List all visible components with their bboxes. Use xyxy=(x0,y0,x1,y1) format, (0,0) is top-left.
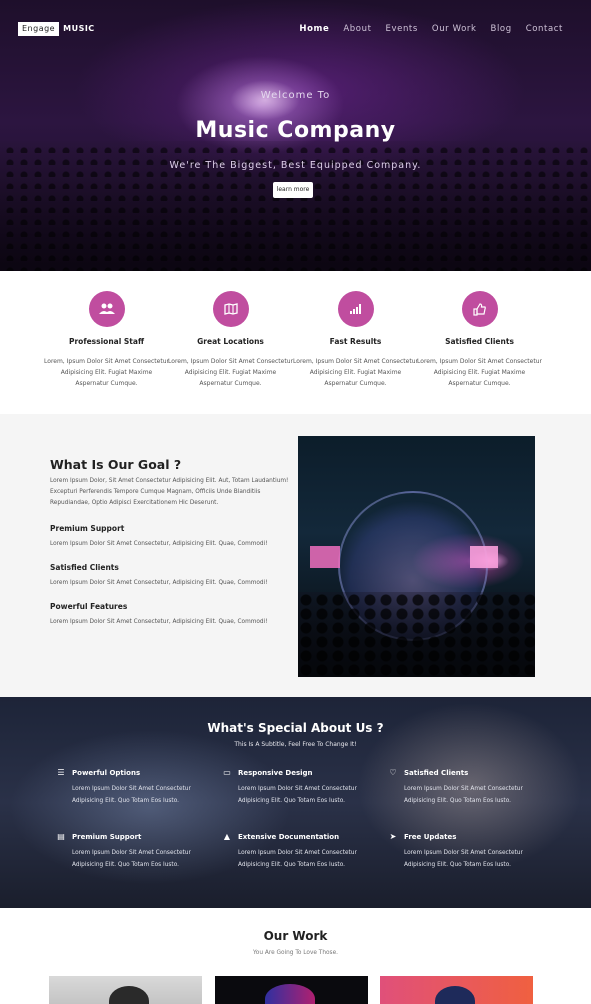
special-item: ♡ Satisfied Clients Lorem Ipsum Dolor Sit… xyxy=(388,768,548,807)
work-thumbnail[interactable] xyxy=(380,976,533,1004)
work-thumbnail[interactable] xyxy=(215,976,368,1004)
paper-plane-icon: ➤ xyxy=(389,832,397,841)
stage-screen xyxy=(310,546,340,568)
nav-home[interactable]: Home xyxy=(299,24,329,34)
sliders-icon: ☰ xyxy=(57,768,65,777)
graduation-cap-icon: ▲ xyxy=(223,832,231,841)
special-item-desc: Lorem Ipsum Dolor Sit Amet Consectetur A… xyxy=(72,850,191,868)
goal-item-title: Premium Support xyxy=(50,524,125,533)
special-item-desc: Lorem Ipsum Dolor Sit Amet Consectetur A… xyxy=(72,786,191,804)
nav-about[interactable]: About xyxy=(343,24,371,34)
nav-our-work[interactable]: Our Work xyxy=(432,24,477,34)
goal-section: What Is Our Goal ? Lorem Ipsum Dolor, Si… xyxy=(0,414,591,697)
special-item-title: Free Updates xyxy=(404,832,457,841)
feature-title: Great Locations xyxy=(197,337,264,346)
logo-box: Engage xyxy=(18,21,60,36)
special-item-title: Satisfied Clients xyxy=(404,768,469,777)
special-title: What's Special About Us ? xyxy=(207,721,384,735)
feature-title: Fast Results xyxy=(329,337,382,346)
feature-desc: Lorem, Ipsum Dolor Sit Amet Consectetur … xyxy=(168,358,293,387)
hero-section: Engage MUSIC Home About Events Our Work … xyxy=(0,0,591,271)
feature-title: Satisfied Clients xyxy=(445,337,514,346)
goal-item: Premium Support Lorem Ipsum Dolor Sit Am… xyxy=(50,524,290,547)
hero-title: Music Company xyxy=(195,118,396,143)
special-item-desc: Lorem Ipsum Dolor Sit Amet Consectetur A… xyxy=(404,786,523,804)
feature-desc: Lorem, Ipsum Dolor Sit Amet Consectetur … xyxy=(417,358,542,387)
features-section: Professional Staff Lorem, Ipsum Dolor Si… xyxy=(0,271,591,414)
special-item: ➤ Free Updates Lorem Ipsum Dolor Sit Amet… xyxy=(388,832,548,871)
special-item: ▭ Responsive Design Lorem Ipsum Dolor Sit… xyxy=(222,768,382,807)
goal-item: Powerful Features Lorem Ipsum Dolor Sit … xyxy=(50,602,290,625)
id-card-icon: ▤ xyxy=(57,832,65,841)
special-item-title: Premium Support xyxy=(72,832,142,841)
feature-desc: Lorem, Ipsum Dolor Sit Amet Consectetur … xyxy=(293,358,418,387)
concert-image xyxy=(298,436,535,677)
hero-tagline: We're The Biggest, Best Equipped Company… xyxy=(169,160,422,171)
special-item: ☰ Powerful Options Lorem Ipsum Dolor Sit … xyxy=(56,768,216,807)
heart-icon: ♡ xyxy=(389,768,397,777)
main-nav: Home About Events Our Work Blog Contact xyxy=(299,24,563,34)
special-item-desc: Lorem Ipsum Dolor Sit Amet Consectetur A… xyxy=(238,850,357,868)
work-subtitle: You Are Going To Love Those. xyxy=(253,950,338,956)
goal-item: Satisfied Clients Lorem Ipsum Dolor Sit … xyxy=(50,563,290,586)
special-subtitle: This Is A Subtitle, Feel Free To Change … xyxy=(234,741,357,748)
feature-title: Professional Staff xyxy=(68,337,145,346)
audience xyxy=(298,592,535,677)
feature-desc: Lorem, Ipsum Dolor Sit Amet Consectetur … xyxy=(44,358,169,387)
special-item-title: Responsive Design xyxy=(238,768,313,777)
goal-item-title: Satisfied Clients xyxy=(50,563,119,572)
group-icon xyxy=(88,291,125,327)
special-item: ▲ Extensive Documentation Lorem Ipsum Dol… xyxy=(222,832,382,871)
monitor-icon: ▭ xyxy=(223,768,231,777)
map-icon xyxy=(212,291,249,327)
special-item-title: Extensive Documentation xyxy=(238,832,340,841)
nav-blog[interactable]: Blog xyxy=(491,24,512,34)
logo-text: MUSIC xyxy=(63,24,95,33)
learn-more-button[interactable]: learn more xyxy=(273,182,313,198)
goal-item-desc: Lorem Ipsum Dolor Sit Amet Consectetur, … xyxy=(50,619,268,625)
special-section: What's Special About Us ? This Is A Subt… xyxy=(0,697,591,908)
hero-welcome: Welcome To xyxy=(260,90,331,101)
feature-card: Fast Results Lorem, Ipsum Dolor Sit Amet… xyxy=(293,291,418,389)
nav-contact[interactable]: Contact xyxy=(526,24,563,34)
thumbs-up-icon xyxy=(461,291,498,327)
goal-item-desc: Lorem Ipsum Dolor Sit Amet Consectetur, … xyxy=(50,580,268,586)
logo[interactable]: Engage MUSIC xyxy=(18,21,95,36)
special-item: ▤ Premium Support Lorem Ipsum Dolor Sit A… xyxy=(56,832,216,871)
feature-card: Professional Staff Lorem, Ipsum Dolor Si… xyxy=(44,291,169,389)
goal-item-desc: Lorem Ipsum Dolor Sit Amet Consectetur, … xyxy=(50,541,268,547)
special-item-desc: Lorem Ipsum Dolor Sit Amet Consectetur A… xyxy=(238,786,357,804)
stage-screen xyxy=(470,546,498,568)
work-thumbnail[interactable] xyxy=(49,976,202,1004)
bar-chart-icon xyxy=(337,291,374,327)
nav-events[interactable]: Events xyxy=(386,24,418,34)
feature-card: Satisfied Clients Lorem, Ipsum Dolor Sit… xyxy=(417,291,542,389)
work-section: Our Work You Are Going To Love Those. xyxy=(0,908,591,1004)
feature-card: Great Locations Lorem, Ipsum Dolor Sit A… xyxy=(168,291,293,389)
special-item-desc: Lorem Ipsum Dolor Sit Amet Consectetur A… xyxy=(404,850,523,868)
goal-title: What Is Our Goal ? xyxy=(50,457,182,472)
goal-intro: Lorem Ipsum Dolor, Sit Amet Consectetur … xyxy=(50,478,289,506)
goal-item-title: Powerful Features xyxy=(50,602,128,611)
special-item-title: Powerful Options xyxy=(72,768,141,777)
work-title: Our Work xyxy=(263,929,328,943)
